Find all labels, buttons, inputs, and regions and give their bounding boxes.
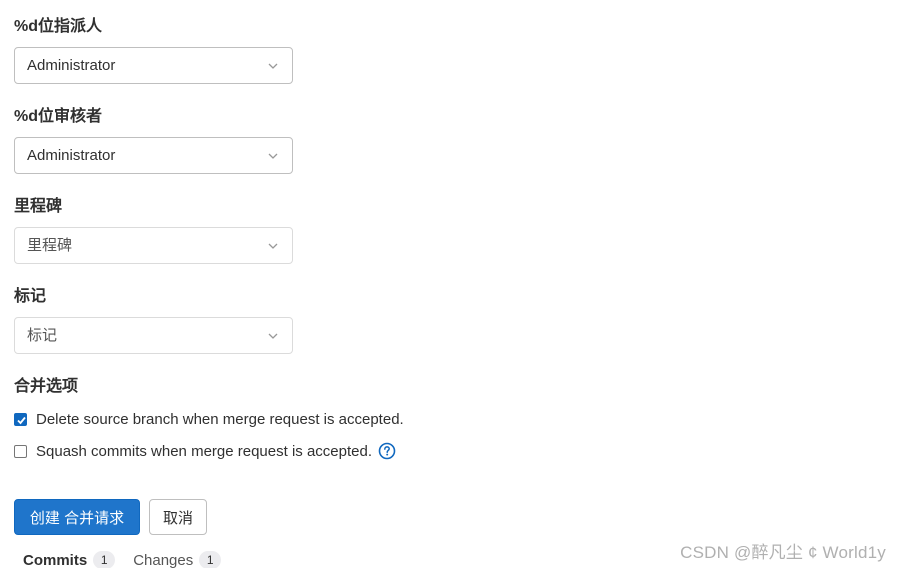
tab-changes-label: Changes	[133, 551, 194, 568]
reviewer-label: %d位审核者	[14, 108, 103, 125]
chevron-down-icon	[268, 63, 278, 69]
reviewer-dropdown[interactable]: Administrator	[14, 137, 293, 174]
tab-commits[interactable]: Commits 1	[14, 551, 124, 568]
create-merge-request-button[interactable]: 创建 合并请求	[14, 499, 140, 535]
tab-changes-count: 1	[199, 551, 222, 568]
labels-placeholder: 标记	[27, 327, 58, 344]
chevron-down-icon	[268, 243, 278, 249]
merge-request-tabs: Commits 1 Changes 1	[14, 549, 230, 568]
question-circle-icon[interactable]	[378, 442, 396, 460]
squash-commits-text: Squash commits when merge request is acc…	[36, 442, 372, 460]
reviewer-value: Administrator	[27, 147, 116, 164]
chevron-down-icon	[268, 333, 278, 339]
merge-request-form: %d位指派人 Administrator %d位审核者 Administrato…	[0, 0, 900, 568]
assignee-value: Administrator	[27, 57, 116, 74]
labels-label: 标记	[14, 288, 47, 305]
squash-commits-option[interactable]: Squash commits when merge request is acc…	[14, 441, 396, 461]
watermark: CSDN @醉凡尘 ¢ World1y	[680, 543, 886, 562]
milestone-dropdown[interactable]: 里程碑	[14, 227, 293, 264]
tab-commits-count: 1	[93, 551, 116, 568]
cancel-button[interactable]: 取消	[149, 499, 207, 535]
tab-commits-label: Commits	[23, 551, 88, 568]
delete-source-branch-text: Delete source branch when merge request …	[36, 410, 404, 428]
delete-source-branch-option[interactable]: Delete source branch when merge request …	[14, 409, 404, 429]
assignee-label: %d位指派人	[14, 18, 103, 35]
chevron-down-icon	[268, 153, 278, 159]
milestone-placeholder: 里程碑	[27, 237, 73, 254]
labels-dropdown[interactable]: 标记	[14, 317, 293, 354]
milestone-label: 里程碑	[14, 198, 63, 215]
assignee-dropdown[interactable]: Administrator	[14, 47, 293, 84]
check-icon	[17, 416, 26, 424]
tab-changes[interactable]: Changes 1	[124, 551, 230, 568]
delete-source-branch-checkbox[interactable]	[14, 412, 27, 426]
squash-commits-checkbox[interactable]	[14, 444, 27, 458]
merge-options-label: 合并选项	[14, 378, 79, 395]
